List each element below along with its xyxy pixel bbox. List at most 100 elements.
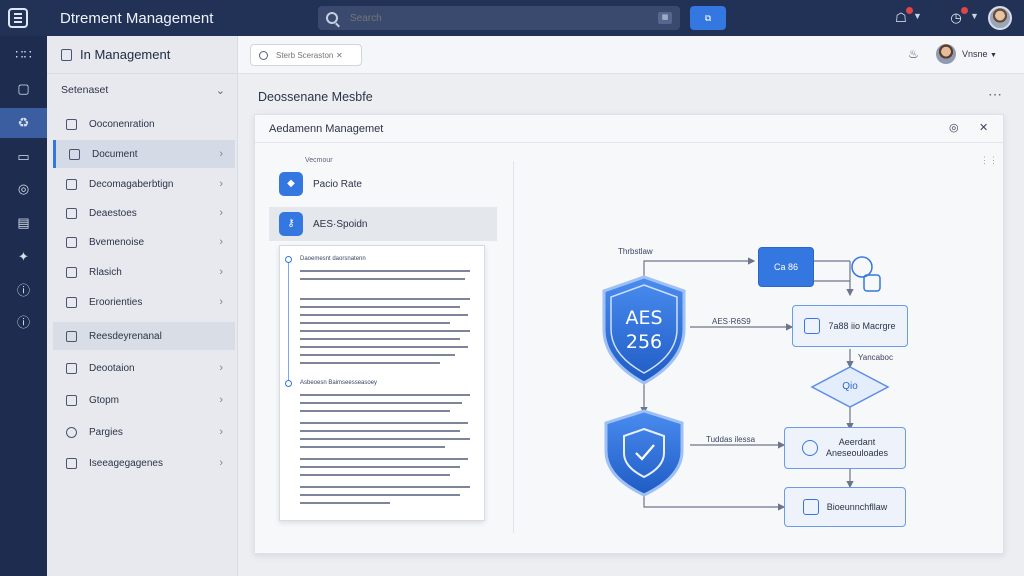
sidebar-item-9[interactable]: Gtopm › (53, 386, 235, 414)
sidebar-item-label: Rlasich (89, 266, 122, 278)
chevron-right-icon: › (219, 457, 223, 469)
key-icon: ⚷ (279, 212, 303, 236)
sidebar-item-2[interactable]: Decomagaberbtign › (53, 170, 235, 198)
management-panel: Aedamenn Managemet ◎ ✕ ⋮⋮ Vecmour ◆ Paci… (254, 114, 1004, 554)
sidebar-item-label: Iseeagegagenes (89, 457, 163, 469)
chevron-down-icon[interactable]: ▼ (913, 11, 922, 21)
text-line (300, 502, 390, 504)
more-options-icon[interactable]: ⋯ (988, 86, 1002, 103)
outline-dot (285, 256, 292, 263)
sidebar-item-6[interactable]: Eroorienties › (53, 288, 235, 316)
page-title: Deossenane Mesbfe (258, 90, 373, 104)
bell-icon[interactable]: ♨ (908, 47, 922, 61)
inbox-icon[interactable]: ▢ (0, 74, 47, 104)
authenticate-node-line: Aeerdant (838, 437, 876, 447)
text-line (300, 362, 440, 364)
chevron-right-icon: › (219, 266, 223, 278)
file-item-selected[interactable]: ⚷ AES·Spoidn (269, 207, 497, 241)
global-search-input[interactable] (350, 12, 650, 24)
globe-icon (66, 426, 77, 438)
info-icon[interactable]: ⓘ (0, 274, 47, 304)
text-line (300, 346, 468, 348)
sidebar-item-7[interactable]: Reesdeyrenanal (53, 322, 235, 350)
main-search-input[interactable] (276, 50, 336, 60)
diamond-label: Qio (842, 381, 858, 392)
flow-label-aes: AES·R6S9 (712, 317, 751, 326)
sidebar: In Management Setenaset ⌄ Ooconenration … (47, 36, 238, 576)
chevron-right-icon: › (219, 148, 223, 160)
chevron-down-icon[interactable]: ▼ (970, 11, 979, 21)
briefcase-icon[interactable]: ▤ (0, 208, 47, 238)
flow-label-top: Thrbstlaw (618, 247, 653, 256)
sidebar-item-label: Pargies (89, 426, 123, 438)
user-menu[interactable]: Vnsne ▼ (962, 49, 997, 59)
sidebar-item-11[interactable]: Iseeagegagenes › (53, 449, 235, 477)
message-node[interactable]: 7a88 iio Macrgre (792, 305, 908, 347)
clear-icon[interactable]: ✕ (336, 51, 343, 60)
sidebar-section-label: Setenaset (61, 84, 109, 96)
text-line (300, 410, 450, 412)
card-icon[interactable]: ▭ (0, 142, 47, 172)
sidebar-item-document[interactable]: Document › (53, 140, 235, 168)
sidebar-item-10[interactable]: Pargies › (53, 418, 235, 446)
file-item[interactable]: ◆ Pacio Rate (269, 167, 497, 201)
flow-label-mid: Yancaboc (858, 353, 893, 362)
key-node[interactable]: Ca 86 (758, 247, 814, 287)
security-icon[interactable]: ♻ (0, 108, 47, 138)
sidebar-header: In Management (47, 36, 237, 74)
chevron-right-icon: › (219, 296, 223, 308)
pin-icon[interactable]: ◎ (949, 121, 959, 134)
sidebar-item-label: Reesdeyrenanal (89, 330, 162, 342)
shield-check-icon (604, 409, 684, 497)
chevron-right-icon: › (219, 426, 223, 438)
document-subtitle: Asbeoesn Baimseesseasoey (300, 380, 378, 386)
sidebar-item-5[interactable]: Rlasich › (53, 258, 235, 286)
avatar[interactable] (936, 44, 956, 64)
sidebar-item-label: Decomagaberbtign (89, 178, 174, 190)
filter-icon[interactable]: ▦ (658, 12, 672, 24)
document-title: Daoemesnt daorsnatenn (300, 256, 366, 262)
text-line (300, 438, 470, 440)
text-line (300, 270, 470, 272)
authenticate-node[interactable]: Aeerdant Aneseouloades (784, 427, 906, 469)
text-line (300, 466, 460, 468)
sidebar-item-label: Document (92, 148, 138, 160)
folder-icon (66, 236, 77, 248)
sidebar-item-label: Deaestoes (89, 207, 137, 219)
text-line (300, 394, 470, 396)
notification-icon[interactable]: ☖ (892, 7, 913, 27)
user-avatar[interactable] (988, 6, 1012, 30)
sidebar-section-toggle[interactable]: Setenaset ⌄ (47, 74, 237, 106)
document-preview[interactable]: Daoemesnt daorsnatenn Asbeoesn Baimseess… (279, 245, 485, 521)
key-node-label: Ca 86 (773, 262, 799, 272)
close-icon[interactable]: ✕ (979, 121, 988, 134)
output-node[interactable]: Bioeunnchfllaw (784, 487, 906, 527)
text-line (300, 422, 468, 424)
search-button[interactable]: ⧉ (690, 6, 726, 30)
sidebar-item-3[interactable]: Deaestoes › (53, 199, 235, 227)
text-line (300, 354, 455, 356)
app-title: Dtrement Management (60, 9, 214, 27)
globe-icon[interactable]: ◎ (0, 174, 47, 204)
file-icon (66, 207, 77, 219)
document-icon (69, 148, 80, 160)
sidebar-item-8[interactable]: Deootaion › (53, 354, 235, 382)
calendar-icon (66, 362, 77, 374)
apps-grid-icon[interactable]: ∷∷ (0, 40, 47, 70)
main-search[interactable]: ✕ (250, 44, 362, 66)
tools-icon[interactable]: ✦ (0, 242, 47, 272)
diagram-connectors (602, 256, 890, 511)
sidebar-item-0[interactable]: Ooconenration (53, 110, 235, 138)
text-line (300, 338, 460, 340)
global-search[interactable]: ▦ (318, 6, 680, 30)
search-icon (259, 50, 268, 60)
text-line (300, 486, 470, 488)
text-line (300, 430, 460, 432)
app-logo[interactable] (0, 0, 36, 36)
sidebar-item-4[interactable]: Bvemenoise › (53, 228, 235, 256)
timer-icon[interactable]: ◷ (947, 7, 968, 27)
help-icon[interactable]: ⓘ (0, 306, 47, 336)
lock-icon (802, 499, 819, 515)
flow-label-lower: Tuddas ilessa (706, 435, 756, 444)
chevron-right-icon: › (219, 207, 223, 219)
